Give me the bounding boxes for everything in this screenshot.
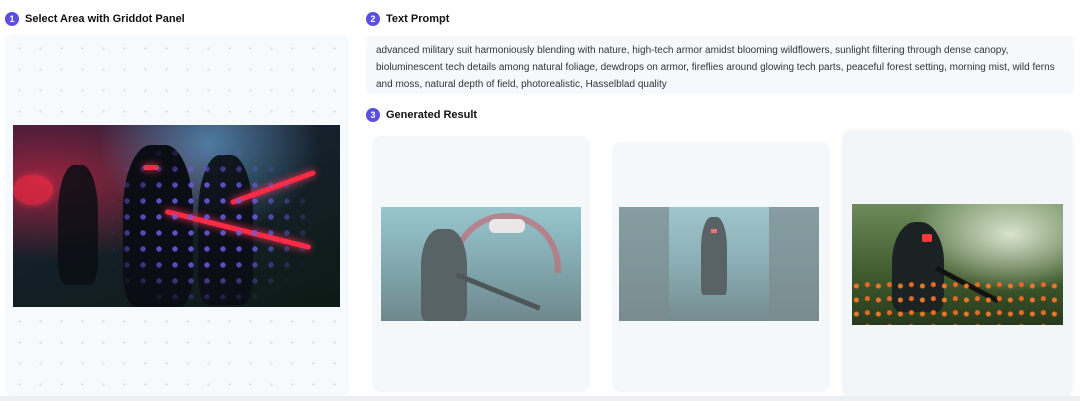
step-3-badge: 3 xyxy=(366,108,380,122)
step-2-title: Text Prompt xyxy=(386,13,450,25)
step-1-title: Select Area with Griddot Panel xyxy=(25,13,185,25)
griddot-selection[interactable] xyxy=(113,125,340,307)
visor-glow xyxy=(711,229,717,233)
step-1-badge: 1 xyxy=(5,12,19,26)
result-image[interactable] xyxy=(381,207,581,321)
step-3-title: Generated Result xyxy=(386,109,478,121)
visor-glow xyxy=(922,234,932,242)
step-2-badge: 2 xyxy=(366,12,380,26)
text-prompt[interactable]: advanced military suit harmoniously blen… xyxy=(366,36,1074,94)
result-image[interactable] xyxy=(852,204,1063,325)
result-image[interactable] xyxy=(619,207,819,321)
source-image[interactable] xyxy=(13,125,340,307)
neon-foliage xyxy=(13,175,53,205)
rifle xyxy=(455,272,541,311)
step-1-header: 1 Select Area with Griddot Panel xyxy=(5,12,185,26)
building xyxy=(619,207,669,321)
soldier-figure xyxy=(58,165,98,285)
step-3-header: 3 Generated Result xyxy=(366,108,477,122)
step-2-header: 2 Text Prompt xyxy=(366,12,449,26)
scroll-edge xyxy=(0,396,1080,401)
building xyxy=(769,207,819,321)
wildflowers xyxy=(852,279,1063,325)
sign xyxy=(489,219,525,233)
